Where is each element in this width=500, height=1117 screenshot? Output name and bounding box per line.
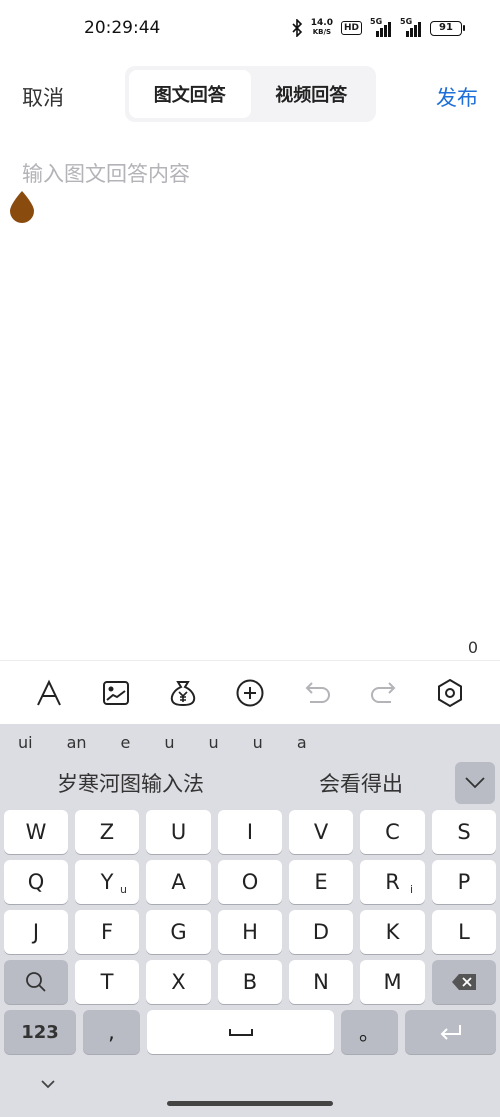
undo-button[interactable] xyxy=(297,673,337,713)
key-f[interactable]: F xyxy=(75,910,139,954)
enter-key[interactable] xyxy=(405,1010,496,1054)
key-l[interactable]: L xyxy=(432,910,496,954)
chevron-down-icon xyxy=(41,1080,55,1089)
key-v[interactable]: V xyxy=(289,810,353,854)
space-key[interactable] xyxy=(147,1010,334,1054)
home-indicator[interactable] xyxy=(167,1101,333,1106)
expand-candidates-button[interactable] xyxy=(455,762,495,804)
hd-badge: HD xyxy=(340,21,362,35)
hide-keyboard-button[interactable] xyxy=(34,1072,62,1096)
signal-sim1-icon: 5G xyxy=(370,17,392,37)
backspace-icon xyxy=(452,974,476,990)
tab-image-text-answer[interactable]: 图文回答 xyxy=(129,70,251,118)
sim1-label: 5G xyxy=(370,17,383,26)
key-y[interactable]: Y u xyxy=(75,860,139,904)
key-label: Y xyxy=(100,870,114,894)
key-c[interactable]: C xyxy=(360,810,425,854)
key-e[interactable]: E xyxy=(289,860,353,904)
key-h[interactable]: H xyxy=(218,910,282,954)
key-q[interactable]: Q xyxy=(4,860,68,904)
redo-button[interactable] xyxy=(364,673,404,713)
text-format-button[interactable] xyxy=(29,673,69,713)
money-bag-icon xyxy=(170,680,196,706)
reward-button[interactable] xyxy=(163,673,203,713)
candidate-item[interactable]: 会看得出 xyxy=(319,768,403,798)
key-j[interactable]: J xyxy=(4,910,68,954)
period-key[interactable]: 。 xyxy=(341,1010,398,1054)
pinyin-syllable: ui xyxy=(18,732,33,752)
pinyin-composition: ui an e u u u a xyxy=(0,724,500,760)
network-speed-unit: KB/S xyxy=(312,28,332,36)
signal-sim2-icon: 5G xyxy=(400,17,422,37)
answer-input[interactable] xyxy=(22,158,478,638)
key-n[interactable]: N xyxy=(289,960,353,1004)
key-label: R xyxy=(385,870,400,894)
image-icon xyxy=(103,680,130,705)
enter-icon xyxy=(440,1025,461,1040)
key-z[interactable]: Z xyxy=(75,810,139,854)
battery-icon: 91 xyxy=(430,20,465,36)
text-format-icon xyxy=(37,679,62,705)
settings-icon xyxy=(438,678,463,707)
add-circle-icon xyxy=(236,679,264,706)
redo-icon xyxy=(370,681,396,703)
pinyin-syllable: u xyxy=(252,732,263,752)
candidate-bar: 岁寒河图输入法 会看得出 xyxy=(0,760,500,810)
network-speed-value: 14.0 xyxy=(310,18,333,28)
status-icons: 14.0 KB/S HD 5G 5G 91 xyxy=(291,17,465,39)
pinyin-syllable: u xyxy=(208,732,219,752)
key-g[interactable]: G xyxy=(146,910,211,954)
publish-button[interactable]: 发布 xyxy=(436,82,478,112)
status-bar: 20:29:44 14.0 KB/S HD 5G 5G 91 xyxy=(0,0,500,58)
key-x[interactable]: X xyxy=(146,960,211,1004)
pinyin-syllable: an xyxy=(66,732,87,752)
pinyin-syllable: u xyxy=(164,732,175,752)
pinyin-syllable: e xyxy=(120,732,131,752)
network-speed: 14.0 KB/S xyxy=(311,19,333,37)
search-icon xyxy=(26,972,46,992)
numeric-mode-key[interactable]: 123 xyxy=(4,1010,76,1054)
key-a[interactable]: A xyxy=(146,860,211,904)
key-sub-label: i xyxy=(409,883,413,896)
key-p[interactable]: P xyxy=(432,860,496,904)
key-t[interactable]: T xyxy=(75,960,139,1004)
status-time: 20:29:44 xyxy=(84,18,161,38)
key-i[interactable]: I xyxy=(218,810,282,854)
backspace-key[interactable] xyxy=(432,960,496,1004)
pinyin-syllable: a xyxy=(296,732,307,752)
insert-image-button[interactable] xyxy=(96,673,136,713)
space-bar-icon xyxy=(228,1029,253,1036)
key-r[interactable]: R i xyxy=(360,860,425,904)
search-key[interactable] xyxy=(4,960,68,1004)
key-s[interactable]: S xyxy=(432,810,496,854)
sim2-label: 5G xyxy=(400,17,413,26)
comma-key[interactable]: , xyxy=(83,1010,140,1054)
answer-type-tabs: 图文回答 视频回答 xyxy=(125,66,376,122)
key-u[interactable]: U xyxy=(146,810,211,854)
text-cursor-handle-icon[interactable] xyxy=(8,190,36,224)
tab-video-answer[interactable]: 视频回答 xyxy=(251,70,373,118)
insert-more-button[interactable] xyxy=(230,673,270,713)
key-sub-label: u xyxy=(120,883,127,896)
ime-keyboard: ui an e u u u a 岁寒河图输入法 会看得出 W Z U I V C… xyxy=(0,724,500,1117)
candidate-item[interactable]: 岁寒河图输入法 xyxy=(57,768,204,798)
key-k[interactable]: K xyxy=(360,910,425,954)
settings-button[interactable] xyxy=(430,673,470,713)
bluetooth-icon xyxy=(292,19,302,37)
undo-icon xyxy=(305,681,330,703)
key-d[interactable]: D xyxy=(289,910,353,954)
character-count: 0 xyxy=(467,638,478,657)
key-m[interactable]: M xyxy=(360,960,425,1004)
cancel-button[interactable]: 取消 xyxy=(22,82,64,112)
chevron-down-icon xyxy=(465,777,485,789)
key-o[interactable]: O xyxy=(218,860,282,904)
key-w[interactable]: W xyxy=(4,810,68,854)
editor-toolbar xyxy=(0,660,500,724)
key-b[interactable]: B xyxy=(218,960,282,1004)
